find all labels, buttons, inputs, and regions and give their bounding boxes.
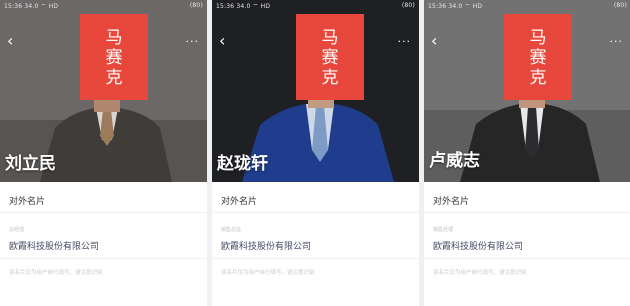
person-name: 赵珑轩 (217, 154, 268, 174)
person-name: 卢威志 (429, 151, 480, 171)
battery-indicator: (80) (401, 2, 415, 9)
divider (424, 258, 630, 259)
mosaic-mask: 马 赛 克 (504, 14, 572, 100)
status-bar: 15:36 34.0 ⌔ HD (80) (4, 2, 203, 10)
mask-char: 赛 (105, 48, 123, 68)
status-network: 34.0 ⌔ HD (448, 3, 483, 10)
back-arrow-icon[interactable]: ‹ (219, 33, 225, 49)
company-name[interactable]: 欧霞科技股份有限公司 (9, 239, 99, 252)
status-time: 15:36 (216, 3, 235, 10)
battery-indicator: (80) (613, 2, 627, 9)
job-title: 销售经理 (433, 227, 454, 233)
job-title: 销售总监 (221, 227, 242, 233)
profile-photo: 15:36 34.0 ⌔ HD (80) ‹ ··· 马 赛 克 赵珑轩 (212, 0, 419, 182)
status-network: 34.0 ⌔ HD (236, 3, 271, 10)
mask-char: 克 (105, 68, 123, 88)
mosaic-mask: 马 赛 克 (296, 14, 364, 100)
card-type-label: 对外名片 (433, 197, 470, 207)
phone-screen-2: 15:36 34.0 ⌔ HD (80) ‹ ··· 马 赛 克 赵珑轩 对外名… (212, 0, 419, 306)
divider (0, 212, 207, 213)
status-bar: 15:36 34.0 ⌔ HD (80) (428, 2, 627, 10)
status-time: 15:36 (428, 3, 447, 10)
card-type-label: 对外名片 (9, 197, 46, 207)
mask-char: 克 (529, 68, 547, 88)
mask-char: 克 (321, 68, 339, 88)
divider (212, 212, 419, 213)
mask-char: 赛 (529, 48, 547, 68)
phone-screen-3: 15:36 34.0 ⌔ HD (80) ‹ ··· 马 赛 克 卢威志 对外名… (424, 0, 630, 306)
divider (212, 258, 419, 259)
status-bar: 15:36 34.0 ⌔ HD (80) (216, 2, 415, 10)
mask-char: 马 (321, 28, 339, 48)
more-dots-icon[interactable]: ··· (398, 36, 412, 47)
profile-photo: 15:36 34.0 ⌔ HD (80) ‹ ··· 马 赛 克 卢威志 (424, 0, 630, 182)
battery-indicator: (80) (189, 2, 203, 9)
disclaimer-text: 该名片仅为用户自行填写，请注意识别 (221, 270, 315, 276)
back-arrow-icon[interactable]: ‹ (7, 33, 13, 49)
person-name: 刘立民 (5, 154, 56, 174)
screenshot-strip: 15:36 34.0 ⌔ HD (80) ‹ ··· 马 赛 克 刘立民 对外名… (0, 0, 630, 306)
divider (424, 212, 630, 213)
status-network: 34.0 ⌔ HD (24, 3, 59, 10)
phone-screen-1: 15:36 34.0 ⌔ HD (80) ‹ ··· 马 赛 克 刘立民 对外名… (0, 0, 207, 306)
company-name[interactable]: 欧霞科技股份有限公司 (221, 239, 311, 252)
disclaimer-text: 该名片仅为用户自行填写，请注意识别 (433, 270, 527, 276)
status-time: 15:36 (4, 3, 23, 10)
mosaic-mask: 马 赛 克 (80, 14, 148, 100)
disclaimer-text: 该名片仅为用户自行填写，请注意识别 (9, 270, 103, 276)
profile-photo: 15:36 34.0 ⌔ HD (80) ‹ ··· 马 赛 克 刘立民 (0, 0, 207, 182)
company-name[interactable]: 欧霞科技股份有限公司 (433, 239, 523, 252)
more-dots-icon[interactable]: ··· (186, 36, 200, 47)
job-title: 总经理 (9, 227, 25, 233)
more-dots-icon[interactable]: ··· (610, 36, 624, 47)
mask-char: 马 (529, 28, 547, 48)
divider (0, 258, 207, 259)
card-type-label: 对外名片 (221, 197, 258, 207)
mask-char: 马 (105, 28, 123, 48)
back-arrow-icon[interactable]: ‹ (431, 33, 437, 49)
mask-char: 赛 (321, 48, 339, 68)
